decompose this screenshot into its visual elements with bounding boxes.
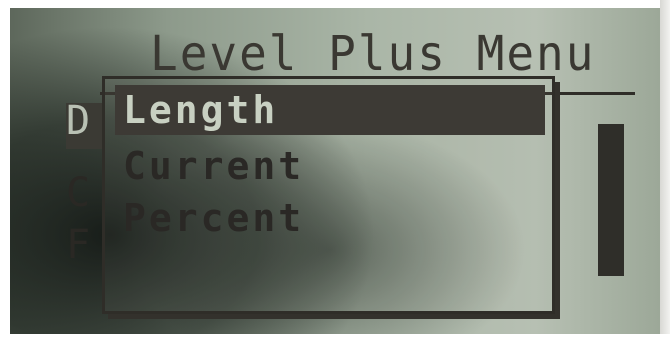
device-bezel-right	[660, 0, 670, 344]
option-length[interactable]: Length	[115, 85, 545, 135]
background-menu-item[interactable]: D	[66, 98, 90, 144]
background-menu-item[interactable]: C	[66, 170, 90, 216]
scrollbar[interactable]	[598, 124, 624, 276]
option-current[interactable]: Current	[115, 141, 304, 191]
popup-shadow	[108, 314, 560, 319]
device-bezel-left	[0, 0, 10, 344]
device-bezel-top	[0, 0, 670, 8]
units-popup-menu: Length Current Percent	[102, 76, 555, 314]
background-menu-item[interactable]: F	[66, 222, 90, 268]
device-bezel-bottom	[0, 334, 670, 344]
popup-shadow	[555, 82, 560, 316]
option-percent[interactable]: Percent	[115, 193, 304, 243]
menu-title: Level Plus Menu	[150, 24, 596, 82]
